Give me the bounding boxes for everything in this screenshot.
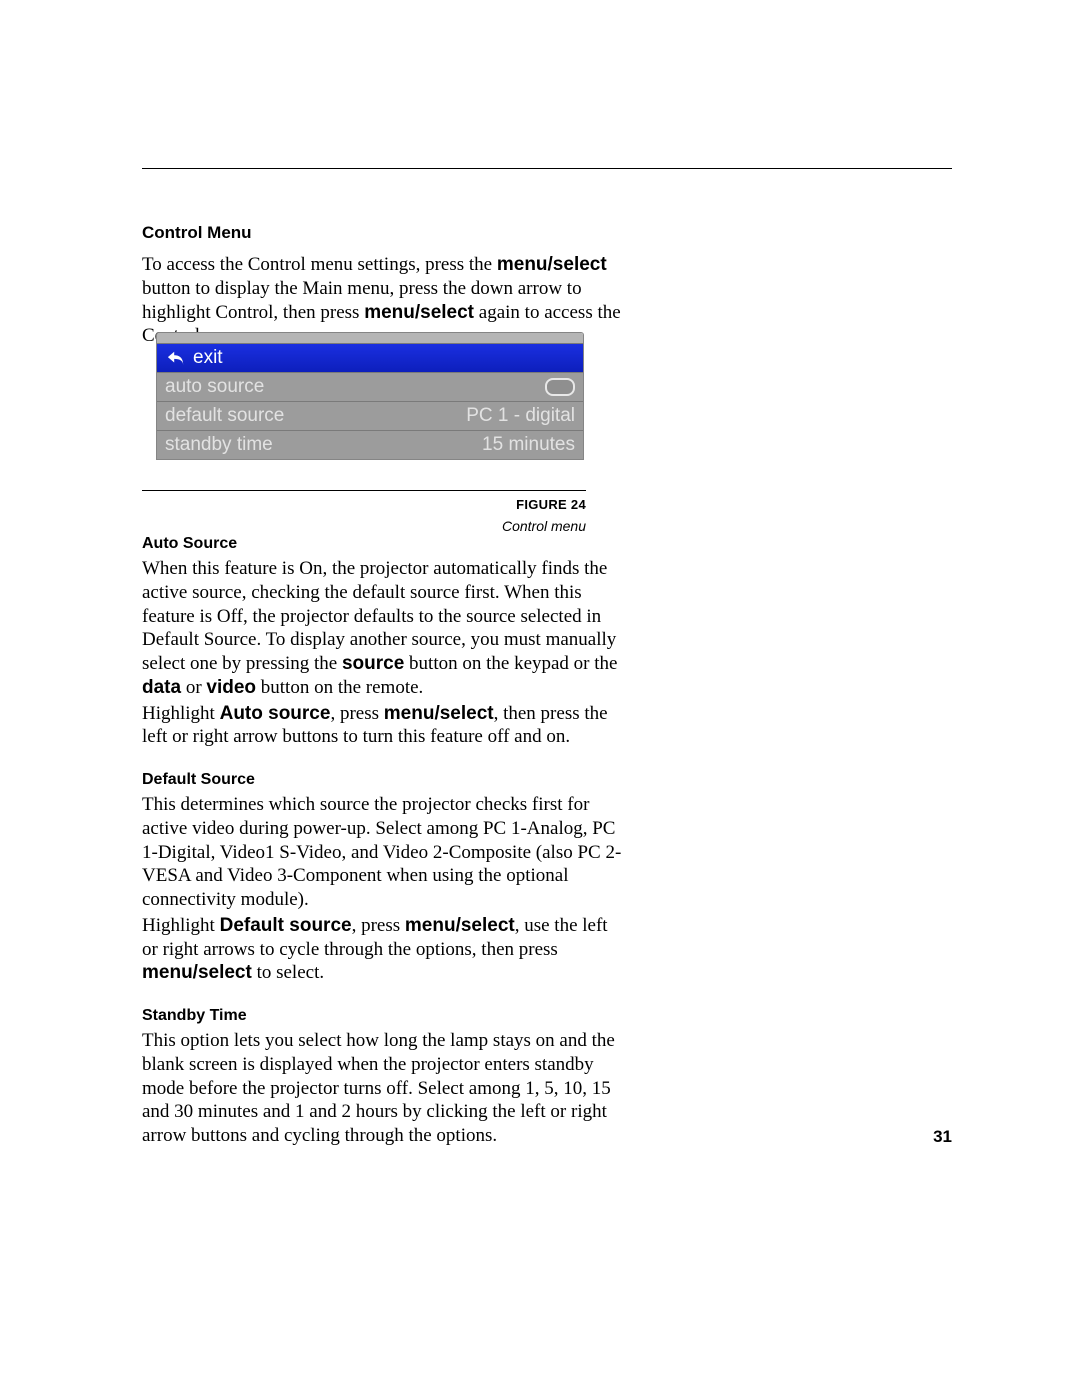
text: Highlight (142, 915, 220, 936)
figure-caption: Control menu (142, 518, 586, 534)
body-sections: Auto Source When this feature is On, the… (142, 535, 624, 1148)
osd-panel: exit auto source default source PC 1 - d… (156, 332, 584, 460)
text-bold: menu/select (142, 962, 252, 983)
auto-source-p1: When this feature is On, the projector a… (142, 557, 624, 700)
top-rule (142, 168, 952, 169)
text: To access the Control menu settings, pre… (142, 254, 497, 275)
osd-label: auto source (165, 376, 264, 398)
text: or (181, 677, 206, 698)
default-source-p2: Highlight Default source, press menu/sel… (142, 914, 624, 985)
osd-row-standby-time[interactable]: standby time 15 minutes (157, 431, 583, 459)
default-source-p1: This determines which source the project… (142, 793, 624, 912)
auto-source-p2: Highlight Auto source, press menu/select… (142, 702, 624, 750)
back-arrow-icon (165, 349, 187, 367)
text-bold: video (206, 677, 256, 698)
manual-page: Control Menu To access the Control menu … (0, 0, 1080, 1397)
text-bold: source (342, 653, 404, 674)
osd-label: default source (165, 405, 284, 427)
osd-figure: exit auto source default source PC 1 - d… (156, 332, 584, 460)
text: button on the keypad or the (404, 653, 617, 674)
osd-value: PC 1 - digital (466, 405, 575, 427)
text-bold: menu/select (384, 703, 494, 724)
standby-time-p1: This option lets you select how long the… (142, 1029, 624, 1148)
osd-exit-label: exit (193, 347, 223, 369)
text: button on the remote. (256, 677, 423, 698)
text-bold: Default source (220, 915, 352, 936)
heading-standby-time: Standby Time (142, 1007, 624, 1025)
heading-control-menu: Control Menu (142, 223, 624, 243)
text-bold: menu/select (405, 915, 515, 936)
text: , press (330, 703, 383, 724)
osd-value: 15 minutes (482, 434, 575, 456)
figure-rule (142, 490, 586, 491)
toggle-icon[interactable] (545, 378, 575, 396)
text: to select. (252, 962, 324, 983)
osd-label: standby time (165, 434, 273, 456)
figure-meta: FIGURE 24 Control menu (142, 474, 586, 534)
heading-auto-source: Auto Source (142, 535, 624, 553)
osd-topbar (157, 333, 583, 344)
figure-label: FIGURE 24 (142, 497, 586, 512)
page-number: 31 (933, 1127, 952, 1147)
text-bold: Auto source (220, 703, 331, 724)
text-bold: menu/select (497, 254, 607, 275)
text-bold: menu/select (364, 302, 474, 323)
osd-row-exit[interactable]: exit (157, 344, 583, 373)
osd-row-default-source[interactable]: default source PC 1 - digital (157, 402, 583, 431)
osd-row-auto-source[interactable]: auto source (157, 373, 583, 402)
text: , press (352, 915, 405, 936)
text: Highlight (142, 703, 220, 724)
text-bold: data (142, 677, 181, 698)
heading-default-source: Default Source (142, 771, 624, 789)
content-column: Control Menu To access the Control menu … (142, 223, 624, 348)
